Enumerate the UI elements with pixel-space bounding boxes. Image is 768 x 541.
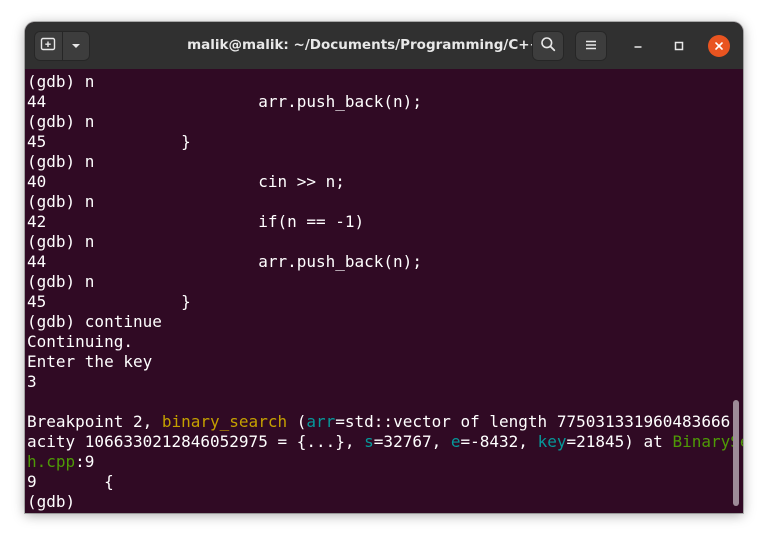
maximize-button[interactable] [668,35,690,57]
new-tab-split-button [34,31,90,61]
breakpoint-line: acity 1066330212846052975 = {...}, s=327… [27,432,743,452]
terminal-line: 9 { [27,472,114,491]
breakpoint-text: ( [287,412,307,431]
argument-name: arr [306,412,336,431]
tab-menu-dropdown-button[interactable] [61,31,91,61]
breakpoint-line: Breakpoint 2, binary_search (arr=std::ve… [27,412,743,432]
terminal-line: (gdb) continue [27,312,162,331]
terminal-output[interactable]: (gdb) n 44 arr.push_back(n); (gdb) n 45 … [25,69,743,513]
terminal-line: 42 if(n == -1) [27,212,365,231]
close-button[interactable] [708,35,730,57]
maximize-icon [673,37,685,56]
terminal-line: (gdb) n [27,272,95,291]
minimize-button[interactable] [627,35,649,57]
terminal-line: 40 cin >> n; [27,172,345,191]
terminal-line: (gdb) n [27,192,95,211]
terminal-line: 44 arr.push_back(n); [27,252,422,271]
terminal-line: Enter the key [27,352,153,371]
terminal-line: (gdb) n [27,232,95,251]
terminal-line: 45 } [27,292,191,311]
breakpoint-text: :9 [75,452,95,471]
source-file-name: h.cpp [27,452,76,471]
terminal-line: (gdb) n [27,112,95,131]
breakpoint-text: =-8432, [460,432,538,451]
title-bar[interactable]: malik@malik: ~/Documents/Programming/C++ [25,22,743,69]
breakpoint-text: acity 1066330212846052975 = {...}, [27,432,365,451]
breakpoint-text: =21845) at [566,432,673,451]
terminal-line: 44 arr.push_back(n); [27,92,422,111]
argument-name: e [450,432,461,451]
breakpoint-text: =32767, [373,432,451,451]
terminal-line: Continuing. [27,332,133,351]
window-title: malik@malik: ~/Documents/Programming/C++ [187,37,541,53]
scrollbar-thumb[interactable] [733,400,739,506]
breakpoint-line: h.cpp:9 [27,452,94,472]
terminal-line: (gdb) n [27,72,95,91]
new-tab-icon [40,36,56,56]
new-tab-button[interactable] [34,31,62,61]
breakpoint-text: Breakpoint 2, [27,412,162,431]
search-icon [540,36,556,56]
main-menu-button[interactable] [575,31,607,61]
close-icon [713,37,725,56]
terminal-line: 45 } [27,132,191,151]
chevron-down-icon [70,37,82,56]
argument-name: key [537,432,567,451]
argument-name: s [364,432,374,451]
gdb-prompt[interactable]: (gdb) [27,492,85,512]
hamburger-menu-icon [584,37,598,56]
breakpoint-text: =std::vector of length 77503133196048366… [335,412,743,431]
minimize-icon [632,37,644,56]
terminal-line: (gdb) n [27,152,95,171]
terminal-line: 3 [27,372,37,391]
function-name: binary_search [161,412,288,431]
terminal-window: malik@malik: ~/Documents/Programming/C++ [25,22,743,513]
search-button[interactable] [532,31,564,61]
